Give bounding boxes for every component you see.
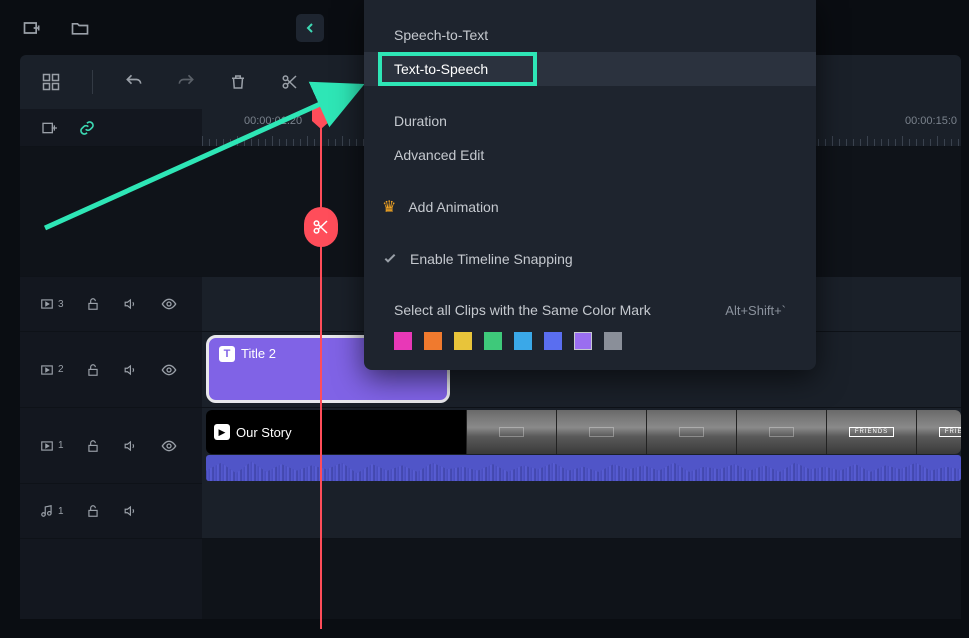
video-thumbnail	[556, 410, 646, 454]
video-clip-label: Our Story	[236, 425, 292, 440]
new-folder-plus-icon[interactable]	[20, 16, 44, 40]
track-row-header: 2	[20, 332, 202, 408]
color-swatch[interactable]	[604, 332, 622, 350]
lock-icon[interactable]	[84, 437, 102, 455]
menu-advanced-edit[interactable]: Advanced Edit	[364, 138, 816, 172]
menu-color-mark-shortcut: Alt+Shift+`	[725, 303, 786, 318]
mute-icon[interactable]	[122, 437, 140, 455]
lock-icon[interactable]	[84, 502, 102, 520]
undo-icon[interactable]	[123, 71, 145, 93]
ruler-time-right: 00:00:15:0	[905, 115, 957, 127]
trash-icon[interactable]	[227, 71, 249, 93]
track-controls-panel: 3 2 1 1	[20, 109, 202, 619]
visibility-icon[interactable]	[160, 295, 178, 313]
lock-icon[interactable]	[84, 361, 102, 379]
track-lane-1[interactable]: ▶ Our Story FRIENDSFRIENDS	[202, 408, 961, 484]
color-swatch[interactable]	[514, 332, 532, 350]
cut-at-playhead-button[interactable]	[304, 207, 338, 247]
menu-speech-to-text[interactable]: Speech-to-Text	[364, 18, 816, 52]
video-thumbnail	[466, 410, 556, 454]
link-icon[interactable]	[78, 119, 96, 137]
check-icon	[382, 250, 398, 269]
menu-timeline-snapping[interactable]: Enable Timeline Snapping	[364, 242, 816, 276]
title-clip-label: Title 2	[241, 346, 276, 361]
add-track-icon[interactable]	[40, 119, 58, 137]
video-thumbnail	[736, 410, 826, 454]
ruler-time-left: 00:00:01:20	[244, 115, 302, 127]
video-thumbnail: FRIENDS	[916, 410, 961, 454]
track-row-header: 1	[20, 408, 202, 484]
toolbar-divider	[92, 70, 93, 94]
menu-duration[interactable]: Duration	[364, 104, 816, 138]
text-clip-icon: T	[219, 346, 235, 362]
mute-icon[interactable]	[122, 502, 140, 520]
context-menu: Speech-to-Text Text-to-Speech Duration A…	[364, 0, 816, 370]
color-swatch[interactable]	[484, 332, 502, 350]
color-swatch-row	[364, 328, 816, 350]
video-thumbnail: FRIENDS	[826, 410, 916, 454]
playhead[interactable]	[320, 109, 322, 629]
track-lane-audio[interactable]	[202, 484, 961, 539]
video-thumbnail	[646, 410, 736, 454]
mute-icon[interactable]	[122, 361, 140, 379]
collapse-panel-button[interactable]	[296, 14, 324, 42]
folder-icon[interactable]	[68, 16, 92, 40]
redo-icon[interactable]	[175, 71, 197, 93]
color-swatch[interactable]	[424, 332, 442, 350]
playhead-handle[interactable]	[312, 107, 330, 121]
scissors-icon[interactable]	[279, 71, 301, 93]
visibility-icon[interactable]	[160, 437, 178, 455]
lock-icon[interactable]	[84, 295, 102, 313]
play-icon: ▶	[214, 424, 230, 440]
color-swatch[interactable]	[574, 332, 592, 350]
track-row-header: 1	[20, 484, 202, 539]
color-swatch[interactable]	[394, 332, 412, 350]
mute-icon[interactable]	[122, 295, 140, 313]
menu-color-mark-label: Select all Clips with the Same Color Mar…	[394, 302, 651, 318]
crown-icon: ♛	[382, 197, 396, 217]
track-row-header: 3	[20, 277, 202, 332]
menu-text-to-speech[interactable]: Text-to-Speech	[364, 52, 816, 86]
visibility-icon[interactable]	[160, 361, 178, 379]
color-swatch[interactable]	[544, 332, 562, 350]
menu-add-animation[interactable]: ♛ Add Animation	[364, 190, 816, 224]
color-swatch[interactable]	[454, 332, 472, 350]
grid-icon[interactable]	[40, 71, 62, 93]
